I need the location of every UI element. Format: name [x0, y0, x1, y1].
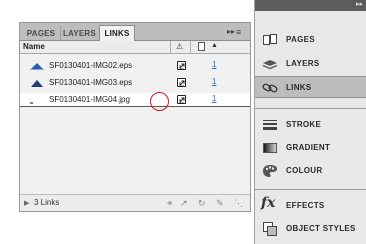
dock-divider: [255, 108, 366, 109]
links-panel: PAGES LAYERS LINKS ▸▸ ≡ Name ⚠ ▲ SF01304…: [19, 22, 251, 212]
link-row-selected[interactable]: SF0130401-IMG04.jpg 1: [20, 93, 250, 107]
stroke-icon: [263, 120, 277, 130]
object-styles-icon: [263, 222, 277, 236]
eps-file-icon: [31, 80, 43, 87]
link-status-icon[interactable]: [177, 95, 186, 104]
panel-dock: ▸▸ PAGES LAYERS LINKS STROKE GRADIENT CO…: [254, 0, 366, 244]
tab-layers[interactable]: LAYERS: [60, 26, 98, 41]
link-page-number[interactable]: 1: [212, 60, 216, 69]
dock-item-label: STROKE: [286, 120, 322, 129]
tab-pages[interactable]: PAGES: [24, 26, 58, 41]
link-row[interactable]: SF0130401-IMG02.eps 1: [20, 59, 250, 73]
dock-item-label: COLOUR: [286, 166, 323, 175]
dock-item-label: LINKS: [286, 83, 312, 92]
dock-item-pages[interactable]: PAGES: [255, 29, 366, 51]
panel-tab-bar: PAGES LAYERS LINKS ▸▸ ≡: [20, 23, 250, 41]
goto-link-icon[interactable]: ↗: [180, 198, 188, 208]
dock-divider: [255, 189, 366, 190]
column-header: Name ⚠ ▲: [20, 41, 250, 54]
dock-item-label: GRADIENT: [286, 143, 331, 152]
edit-original-icon[interactable]: ✎: [216, 198, 224, 208]
expand-triangle-icon[interactable]: ▶: [24, 199, 29, 207]
warning-column-icon[interactable]: ⚠: [176, 42, 183, 51]
links-icon: [262, 83, 278, 93]
dock-collapse-icon[interactable]: ▸▸: [356, 0, 363, 8]
dock-item-effects[interactable]: fx EFFECTS: [255, 195, 366, 217]
dock-item-label: PAGES: [286, 35, 315, 44]
dock-item-object-styles[interactable]: OBJECT STYLES: [255, 218, 366, 240]
tab-links[interactable]: LINKS: [99, 25, 135, 41]
eps-file-icon: [30, 63, 44, 70]
jpg-file-icon: [30, 102, 33, 104]
pages-icon: [263, 34, 277, 45]
relink-chain-icon[interactable]: ⚭: [166, 198, 174, 208]
highlight-circle: [150, 92, 169, 111]
dock-item-layers[interactable]: LAYERS: [255, 53, 366, 75]
dock-item-label: LAYERS: [286, 59, 320, 68]
fx-icon: fx: [261, 195, 276, 211]
link-status-icon[interactable]: [177, 61, 186, 70]
page-column-icon[interactable]: [198, 42, 205, 51]
column-divider: [170, 41, 171, 53]
link-page-number[interactable]: 1: [212, 77, 216, 86]
dock-item-label: EFFECTS: [286, 201, 325, 210]
panel-footer: ▶ 3 Links ⚭ ↗ ↻ ✎ ⋱: [20, 194, 250, 211]
dock-item-links[interactable]: LINKS: [255, 76, 366, 98]
link-row[interactable]: SF0130401-IMG03.eps 1: [20, 76, 250, 90]
link-name: SF0130401-IMG04.jpg: [49, 95, 130, 104]
link-name: SF0130401-IMG03.eps: [49, 78, 133, 87]
column-name-label[interactable]: Name: [23, 42, 45, 51]
link-page-number[interactable]: 1: [212, 94, 216, 103]
link-status-icon[interactable]: [177, 78, 186, 87]
sort-arrow-icon[interactable]: ▲: [211, 42, 218, 49]
update-link-icon[interactable]: ↻: [198, 198, 206, 208]
column-divider: [190, 41, 191, 53]
colour-icon: [263, 165, 277, 177]
dock-item-gradient[interactable]: GRADIENT: [255, 137, 366, 159]
dock-item-colour[interactable]: COLOUR: [255, 160, 366, 182]
dock-item-label: OBJECT STYLES: [286, 224, 356, 233]
dock-title-strip: ▸▸: [255, 0, 366, 11]
layers-icon: [262, 60, 278, 70]
panel-menu-icon[interactable]: ≡: [236, 26, 241, 38]
link-count: 3 Links: [34, 198, 60, 207]
resize-grip-icon[interactable]: ⋱: [234, 198, 243, 208]
dock-item-stroke[interactable]: STROKE: [255, 114, 366, 136]
collapse-arrows-icon[interactable]: ▸▸: [227, 26, 235, 38]
gradient-icon: [263, 143, 277, 153]
link-name: SF0130401-IMG02.eps: [49, 61, 133, 70]
